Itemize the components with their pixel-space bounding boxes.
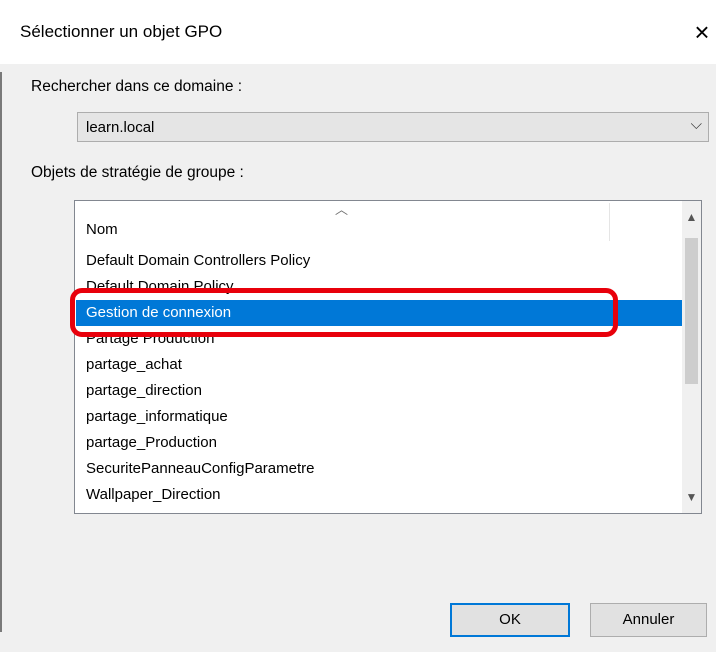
gpo-list[interactable]: ︿ Nom Default Domain Controllers Policy D… <box>74 200 702 514</box>
window-left-edge <box>0 72 2 632</box>
dialog-title: Sélectionner un objet GPO <box>20 22 223 41</box>
domain-label: Rechercher dans ce domaine : <box>31 78 243 95</box>
list-item[interactable]: partage_informatique <box>76 404 682 430</box>
sort-ascending-icon: ︿ <box>335 202 349 217</box>
gpo-rows: Default Domain Controllers Policy Default… <box>76 248 682 508</box>
list-item[interactable]: SecuritePanneauConfigParametre <box>76 456 682 482</box>
column-header-label: Nom <box>86 221 118 238</box>
list-item[interactable]: Partage Production <box>76 326 682 352</box>
list-item[interactable]: Wallpaper_Direction <box>76 482 682 508</box>
scrollbar-thumb[interactable] <box>685 238 698 384</box>
list-item[interactable]: Default Domain Controllers Policy <box>76 248 682 274</box>
gpo-list-label: Objets de stratégie de groupe : <box>31 164 244 181</box>
domain-select-value: learn.local <box>86 119 155 136</box>
domain-select[interactable]: learn.local ⌵ <box>77 112 709 142</box>
list-item[interactable]: partage_direction <box>76 378 682 404</box>
list-item[interactable]: partage_Production <box>76 430 682 456</box>
list-item[interactable]: partage_achat <box>76 352 682 378</box>
close-icon[interactable]: × <box>688 14 716 50</box>
vertical-scrollbar[interactable]: ▲ ▼ <box>682 201 701 513</box>
list-item-selected[interactable]: Gestion de connexion <box>76 300 682 326</box>
title-bar: Sélectionner un objet GPO × <box>0 0 716 64</box>
scroll-up-icon[interactable]: ▲ <box>682 207 701 227</box>
column-header-name[interactable]: ︿ Nom <box>75 201 609 243</box>
list-item[interactable]: Default Domain Policy <box>76 274 682 300</box>
cancel-button[interactable]: Annuler <box>590 603 707 637</box>
chevron-down-icon: ⌵ <box>690 116 702 133</box>
column-divider[interactable] <box>609 203 610 241</box>
ok-button[interactable]: OK <box>450 603 570 637</box>
scroll-down-icon[interactable]: ▼ <box>682 487 701 507</box>
